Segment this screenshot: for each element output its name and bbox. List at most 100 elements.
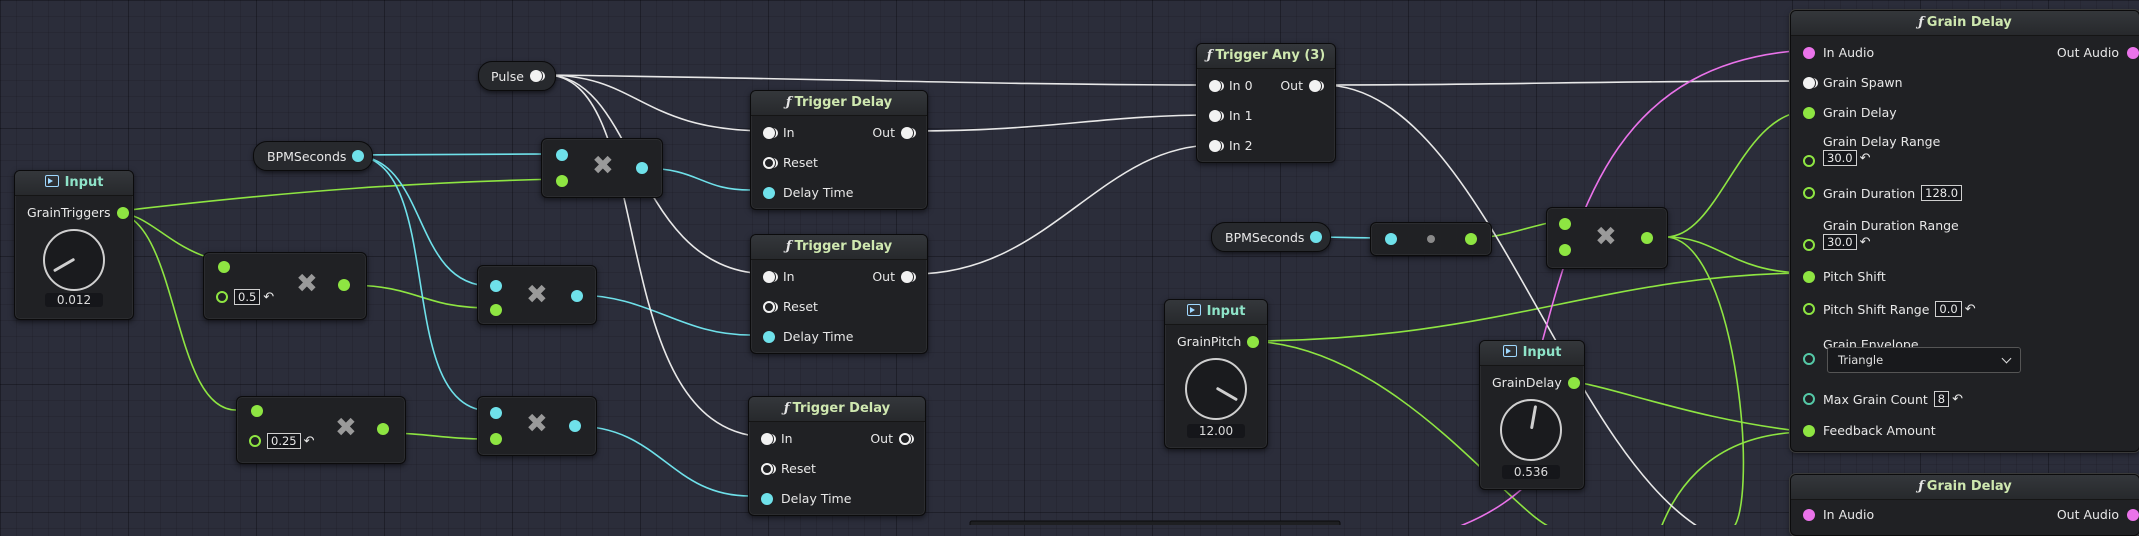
time-output-pin[interactable]: [636, 162, 648, 174]
time-input-delay[interactable]: Delay Time: [763, 329, 853, 344]
float-input-pin[interactable]: [490, 304, 502, 316]
time-input-delay[interactable]: Delay Time: [761, 491, 851, 506]
multiply-node-4[interactable]: ✖: [1546, 207, 1668, 269]
value-box[interactable]: 0.0: [1935, 301, 1962, 317]
value-box[interactable]: 8: [1933, 391, 1950, 407]
trigger-input-reset[interactable]: Reset: [763, 299, 818, 314]
time-input-delay[interactable]: Delay Time: [763, 185, 853, 200]
float-output-pin[interactable]: [1465, 233, 1477, 245]
trigger-output-out[interactable]: Out: [872, 269, 916, 284]
trigger-output-out[interactable]: Out: [1280, 78, 1324, 93]
value-box[interactable]: 30.0: [1823, 149, 1857, 166]
input-node-grain-pitch[interactable]: Input GrainPitch 12.00: [1164, 299, 1268, 449]
time-output-pin[interactable]: [1310, 231, 1323, 243]
audio-output-out[interactable]: Out Audio: [2057, 507, 2139, 522]
float-input-pin[interactable]: [1803, 106, 1815, 119]
trigger-input-1[interactable]: In 1: [1209, 108, 1253, 123]
time-input-pin[interactable]: [1385, 233, 1397, 245]
bpm-seconds-node[interactable]: BPMSeconds: [253, 141, 373, 171]
pin-grain-triggers[interactable]: GrainTriggers: [27, 205, 129, 220]
multiply-node-2[interactable]: ✖: [477, 265, 597, 325]
trigger-input-pin[interactable]: [761, 462, 776, 475]
multiply-node-3[interactable]: ✖: [477, 396, 597, 456]
input-node-grain-triggers[interactable]: Input GrainTriggers 0.012: [14, 170, 134, 320]
trigger-input-pin[interactable]: [1209, 79, 1224, 92]
float-output-pin[interactable]: [116, 206, 129, 219]
convert-node[interactable]: [1370, 222, 1492, 256]
reset-arrow-icon[interactable]: ↶: [1952, 392, 1963, 407]
value-box[interactable]: 128.0: [1921, 185, 1963, 201]
int-input-pin[interactable]: [1803, 393, 1815, 405]
time-input-pin[interactable]: [763, 330, 775, 343]
audio-output-pin[interactable]: [2127, 46, 2139, 59]
float-input-pin[interactable]: [1803, 239, 1815, 251]
float-output-pin[interactable]: [377, 423, 389, 435]
trigger-input-pin[interactable]: [763, 126, 778, 139]
float-input-grain-duration-range[interactable]: Grain Duration Range 30.0 ↶: [1803, 217, 1959, 251]
reset-arrow-icon[interactable]: ↶: [263, 290, 274, 305]
float-output-pin[interactable]: [1567, 376, 1580, 389]
float-input-pitch-shift[interactable]: Pitch Shift: [1803, 269, 1886, 284]
float-input-pin[interactable]: [1559, 218, 1571, 230]
reset-arrow-icon[interactable]: ↶: [304, 434, 315, 449]
trigger-output-out[interactable]: Out: [870, 431, 914, 446]
grain-delay-knob[interactable]: [1500, 399, 1562, 461]
trigger-input-pin[interactable]: [1209, 109, 1224, 122]
trigger-delay-node-3[interactable]: ƒ Trigger Delay In Reset Delay Time Out: [748, 396, 926, 516]
time-input-pin[interactable]: [490, 407, 502, 419]
audio-input-in[interactable]: In Audio: [1803, 507, 1874, 522]
float-input-pin[interactable]: [1803, 424, 1815, 437]
bpm-seconds-node-2[interactable]: BPMSeconds: [1211, 222, 1331, 252]
time-output-pin[interactable]: [352, 150, 365, 162]
grain-triggers-value[interactable]: 0.012: [45, 293, 103, 307]
trigger-output-pin[interactable]: [901, 270, 916, 283]
time-input-pin[interactable]: [761, 492, 773, 505]
trigger-delay-node-1[interactable]: ƒ Trigger Delay In Reset Delay Time Out: [750, 90, 928, 210]
multiply-node-0-25[interactable]: 0.25 ↶ ✖: [236, 396, 406, 464]
value-box[interactable]: 30.0: [1823, 233, 1857, 250]
float-input-pitch-shift-range[interactable]: Pitch Shift Range 0.0 ↶: [1803, 301, 1976, 317]
trigger-input-pin[interactable]: [761, 432, 776, 445]
trigger-output-pin[interactable]: [529, 70, 545, 82]
trigger-input-reset[interactable]: Reset: [761, 461, 816, 476]
grain-pitch-value[interactable]: 12.00: [1187, 424, 1245, 438]
float-input-pin[interactable]: [1803, 187, 1815, 199]
grain-delay-node-2[interactable]: ƒ Grain Delay In Audio Out Audio: [1790, 474, 2139, 536]
enum-input-pin[interactable]: [1803, 353, 1815, 365]
trigger-delay-node-2[interactable]: ƒ Trigger Delay In Reset Delay Time Out: [750, 234, 928, 354]
trigger-input-in[interactable]: In: [763, 125, 795, 140]
audio-output-out[interactable]: Out Audio: [2057, 45, 2139, 60]
float-input-pin[interactable]: [218, 261, 230, 273]
float-output-pin[interactable]: [338, 279, 350, 291]
time-input-pin[interactable]: [763, 186, 775, 199]
float-input-pin[interactable]: [251, 405, 263, 417]
pin-grain-delay[interactable]: GrainDelay: [1492, 375, 1580, 390]
float-input-pin[interactable]: [1803, 303, 1815, 315]
reset-arrow-icon[interactable]: ↶: [1860, 235, 1871, 251]
float-input-pin[interactable]: [1803, 155, 1815, 167]
trigger-output-pin[interactable]: [901, 126, 916, 139]
grain-envelope-dropdown[interactable]: Triangle: [1827, 347, 2021, 373]
float-input-pin[interactable]: [1559, 244, 1571, 256]
audio-output-pin[interactable]: [2127, 508, 2139, 521]
value-box[interactable]: 0.5: [234, 289, 261, 305]
float-input-grain-duration[interactable]: Grain Duration 128.0: [1803, 185, 1963, 201]
trigger-output-pin[interactable]: [1309, 79, 1324, 92]
grain-delay-value[interactable]: 0.536: [1502, 465, 1560, 479]
int-input-max-grain-count[interactable]: Max Grain Count 8 ↶: [1803, 391, 1963, 407]
trigger-input-grain-spawn[interactable]: Grain Spawn: [1803, 75, 1903, 90]
trigger-input-2[interactable]: In 2: [1209, 138, 1253, 153]
input-node-grain-delay[interactable]: Input GrainDelay 0.536: [1479, 340, 1585, 490]
multiply-node-0-5[interactable]: 0.5 ↶ ✖: [203, 252, 367, 320]
grain-triggers-knob[interactable]: [43, 229, 105, 291]
trigger-output-out[interactable]: Out: [872, 125, 916, 140]
float-input-pin[interactable]: [490, 433, 502, 445]
float-input-with-value[interactable]: 0.25 ↶: [249, 433, 315, 449]
float-input-pin[interactable]: [216, 291, 228, 303]
multiply-node-1[interactable]: ✖: [541, 138, 663, 198]
float-input-grain-delay-range[interactable]: Grain Delay Range 30.0 ↶: [1803, 133, 1940, 167]
time-output-pin[interactable]: [571, 290, 583, 302]
float-input-feedback-amount[interactable]: Feedback Amount: [1803, 423, 1936, 438]
float-input-pin[interactable]: [1803, 270, 1815, 283]
pin-grain-pitch[interactable]: GrainPitch: [1177, 334, 1260, 349]
